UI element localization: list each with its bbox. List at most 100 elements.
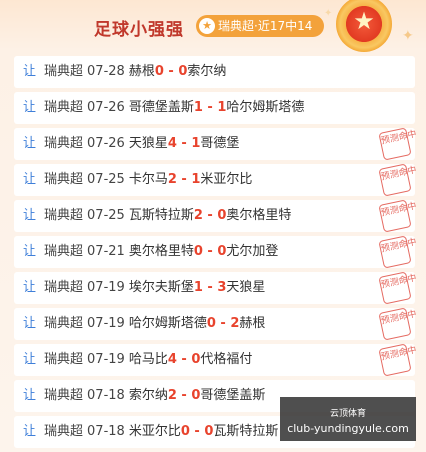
league-name: 瑞典超 <box>44 64 84 79</box>
match-row[interactable]: 让瑞典超 07-26 哥德堡盖斯1 - 1哈尔姆斯塔德 <box>14 92 415 124</box>
record-badge-label: 瑞典超·近17中14 <box>218 19 313 33</box>
league-name: 瑞典超 <box>44 172 84 187</box>
home-score: 1 <box>193 100 203 115</box>
medal-star-icon: ★ <box>353 7 375 35</box>
score-separator: - <box>176 388 192 403</box>
match-date: 07-25 <box>87 208 125 223</box>
home-team: 哈马比 <box>128 352 168 367</box>
match-date: 07-18 <box>87 424 125 439</box>
handicap-tag: 让 <box>23 136 37 151</box>
score-separator: - <box>163 64 179 79</box>
handicap-tag: 让 <box>23 280 37 295</box>
home-team: 哥德堡盖斯 <box>128 100 194 115</box>
away-team: 哥德堡盖斯 <box>200 388 266 403</box>
league-name: 瑞典超 <box>44 100 84 115</box>
home-score: 0 <box>206 316 216 331</box>
home-team: 瓦斯特拉斯 <box>128 208 194 223</box>
home-score: 0 <box>180 424 190 439</box>
score-separator: - <box>176 172 192 187</box>
card-header: ✦ 足球小强强 ★ 瑞典超·近17中14 ★ ✦ <box>0 0 426 52</box>
score-separator: - <box>215 316 231 331</box>
match-date: 07-25 <box>87 172 125 187</box>
away-team: 米亚尔比 <box>200 172 253 187</box>
match-date: 07-18 <box>87 388 125 403</box>
handicap-tag: 让 <box>23 388 37 403</box>
score-separator: - <box>189 424 205 439</box>
match-date: 07-21 <box>87 244 125 259</box>
home-score: 2 <box>193 208 203 223</box>
handicap-tag: 让 <box>23 64 37 79</box>
hit-stamp: 预测命中 <box>378 199 418 233</box>
league-name: 瑞典超 <box>44 208 84 223</box>
match-list: 让瑞典超 07-28 赫根0 - 0索尔纳让瑞典超 07-26 哥德堡盖斯1 - 1哈尔… <box>14 56 418 452</box>
handicap-tag: 让 <box>23 208 37 223</box>
home-team: 哈尔姆斯塔德 <box>128 316 207 331</box>
medal-icon: ★ <box>336 0 392 52</box>
watermark-line1: 云顶体育 <box>329 409 366 419</box>
away-team: 天狼星 <box>226 280 266 295</box>
match-date: 07-19 <box>87 316 125 331</box>
match-row[interactable]: 让瑞典超 07-19 哈马比4 - 0代格福付 预测命中 <box>14 343 418 377</box>
home-score: 1 <box>193 280 203 295</box>
sparkle-icon: ✦ <box>402 28 414 44</box>
record-badge[interactable]: ★ 瑞典超·近17中14 <box>196 15 324 37</box>
hit-stamp: 预测命中 <box>378 307 418 341</box>
handicap-tag: 让 <box>23 424 37 439</box>
match-row[interactable]: 让瑞典超 07-25 瓦斯特拉斯2 - 0奥尔格里特 预测命中 <box>14 199 418 233</box>
home-team: 埃尔夫斯堡 <box>128 280 194 295</box>
match-row[interactable]: 让瑞典超 07-28 赫根0 - 0索尔纳 <box>14 56 415 88</box>
away-team: 哥德堡 <box>200 136 240 151</box>
match-row[interactable]: 让瑞典超 07-26 天狼星4 - 1哥德堡 预测命中 <box>14 127 418 161</box>
hit-stamp: 预测命中 <box>378 271 418 305</box>
home-team: 赫根 <box>128 64 155 79</box>
league-name: 瑞典超 <box>44 424 84 439</box>
away-team: 瓦斯特拉斯 <box>213 424 279 439</box>
away-team: 奥尔格里特 <box>226 208 292 223</box>
expert-card: ✦ 足球小强强 ★ 瑞典超·近17中14 ★ ✦ 让瑞典超 07-28 赫根0 - … <box>0 0 426 452</box>
watermark: 云顶体育 club-yundingyule.com <box>280 397 416 441</box>
score-separator: - <box>202 208 218 223</box>
home-team: 天狼星 <box>128 136 168 151</box>
home-score: 0 <box>154 64 164 79</box>
match-date: 07-28 <box>87 64 125 79</box>
away-team: 赫根 <box>239 316 266 331</box>
match-row[interactable]: 让瑞典超 07-19 埃尔夫斯堡1 - 3天狼星 预测命中 <box>14 271 418 305</box>
handicap-tag: 让 <box>23 316 37 331</box>
home-score: 2 <box>167 172 177 187</box>
away-team: 代格福付 <box>200 352 253 367</box>
home-team: 卡尔马 <box>128 172 168 187</box>
match-date: 07-19 <box>87 280 125 295</box>
match-date: 07-26 <box>87 100 125 115</box>
home-team: 米亚尔比 <box>128 424 181 439</box>
expert-name: 足球小强强 <box>94 20 184 40</box>
score-separator: - <box>202 280 218 295</box>
handicap-tag: 让 <box>23 244 37 259</box>
score-separator: - <box>202 244 218 259</box>
league-name: 瑞典超 <box>44 136 84 151</box>
home-team: 索尔纳 <box>128 388 168 403</box>
match-row[interactable]: 让瑞典超 07-25 卡尔马2 - 1米亚尔比 预测命中 <box>14 163 418 197</box>
hit-stamp: 预测命中 <box>378 343 418 377</box>
league-name: 瑞典超 <box>44 316 84 331</box>
sparkle-icon: ✦ <box>324 8 333 19</box>
score-separator: - <box>202 100 218 115</box>
away-team: 尤尔加登 <box>226 244 279 259</box>
watermark-line2: club-yundingyule.com <box>287 422 409 435</box>
score-separator: - <box>176 352 192 367</box>
home-score: 0 <box>193 244 203 259</box>
handicap-tag: 让 <box>23 172 37 187</box>
star-icon: ★ <box>199 18 215 34</box>
away-team: 哈尔姆斯塔德 <box>226 100 305 115</box>
league-name: 瑞典超 <box>44 280 84 295</box>
hit-stamp: 预测命中 <box>378 235 418 269</box>
match-date: 07-19 <box>87 352 125 367</box>
league-name: 瑞典超 <box>44 352 84 367</box>
match-row[interactable]: 让瑞典超 07-21 奥尔格里特0 - 0尤尔加登 预测命中 <box>14 235 418 269</box>
hit-stamp: 预测命中 <box>378 163 418 197</box>
handicap-tag: 让 <box>23 100 37 115</box>
score-separator: - <box>176 136 192 151</box>
match-row[interactable]: 让瑞典超 07-19 哈尔姆斯塔德0 - 2赫根 预测命中 <box>14 307 418 341</box>
handicap-tag: 让 <box>23 352 37 367</box>
match-date: 07-26 <box>87 136 125 151</box>
home-score: 4 <box>167 136 177 151</box>
